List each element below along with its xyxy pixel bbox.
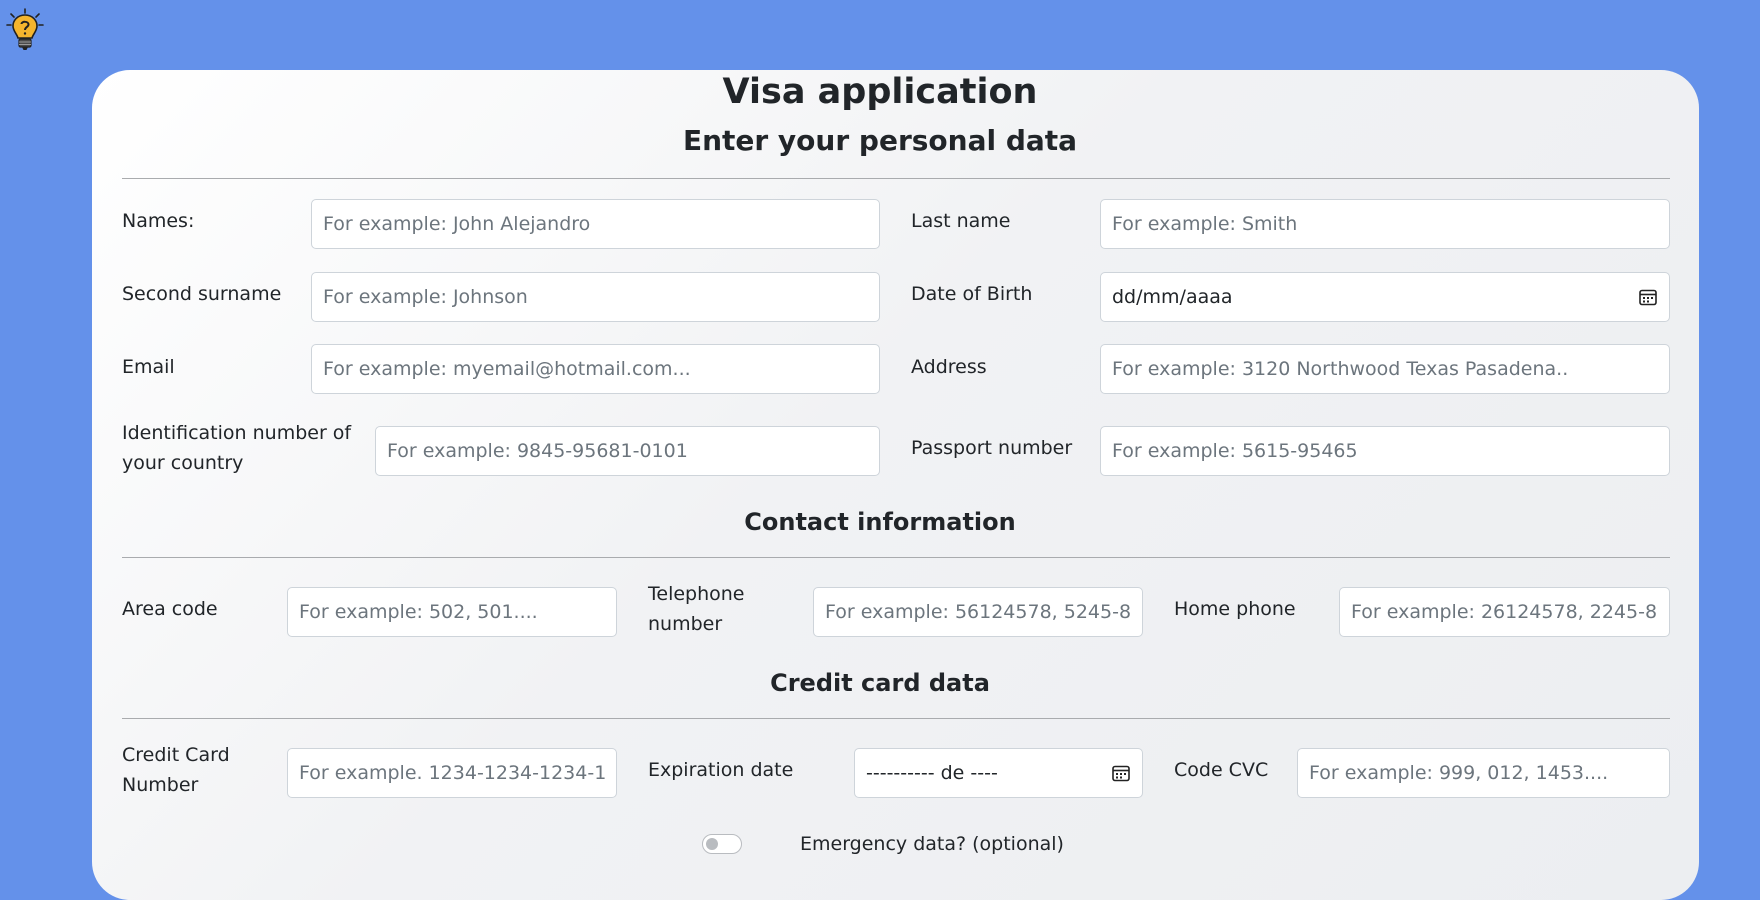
- emergency-toggle[interactable]: [702, 834, 742, 854]
- second-surname-input[interactable]: [311, 272, 880, 322]
- toggle-knob: [706, 838, 718, 850]
- divider: [122, 178, 1670, 179]
- passport-input[interactable]: [1100, 426, 1670, 476]
- divider: [122, 557, 1670, 558]
- divider: [122, 718, 1670, 719]
- last-name-label: Last name: [911, 210, 1011, 232]
- address-label: Address: [911, 356, 987, 378]
- email-input[interactable]: [311, 344, 880, 394]
- calendar-icon[interactable]: [1638, 287, 1658, 307]
- page-title: Visa application: [722, 72, 1038, 112]
- names-label: Names:: [122, 210, 195, 232]
- home-phone-label: Home phone: [1174, 598, 1296, 620]
- lightbulb-question-icon: [6, 8, 44, 50]
- telephone-input[interactable]: [813, 587, 1143, 637]
- cvc-label: Code CVC: [1174, 759, 1269, 781]
- home-phone-input[interactable]: [1339, 587, 1670, 637]
- second-surname-label: Second surname: [122, 283, 282, 305]
- names-input[interactable]: [311, 199, 880, 249]
- expiration-value: ---------- de ----: [866, 762, 998, 784]
- address-input[interactable]: [1100, 344, 1670, 394]
- expiration-input[interactable]: ---------- de ----: [854, 748, 1143, 798]
- contact-heading: Contact information: [744, 508, 1016, 536]
- personal-heading: Enter your personal data: [682, 124, 1078, 157]
- calendar-icon[interactable]: [1111, 763, 1131, 783]
- dob-label: Date of Birth: [911, 283, 1033, 305]
- area-code-input[interactable]: [287, 587, 617, 637]
- email-label: Email: [122, 356, 175, 378]
- area-code-label: Area code: [122, 598, 218, 620]
- passport-label: Passport number: [911, 437, 1073, 459]
- id-number-input[interactable]: [375, 426, 880, 476]
- emergency-label: Emergency data? (optional): [800, 833, 1064, 855]
- expiration-label: Expiration date: [648, 759, 794, 781]
- card-number-input[interactable]: [287, 748, 617, 798]
- dob-value: dd/mm/aaaa: [1112, 286, 1233, 308]
- telephone-label: Telephone number: [648, 583, 745, 635]
- credit-heading: Credit card data: [770, 669, 990, 697]
- dob-input[interactable]: dd/mm/aaaa: [1100, 272, 1670, 322]
- last-name-input[interactable]: [1100, 199, 1670, 249]
- cvc-input[interactable]: [1297, 748, 1670, 798]
- card-number-label: Credit Card Number: [122, 744, 230, 796]
- id-number-label: Identification number of your country: [122, 422, 352, 474]
